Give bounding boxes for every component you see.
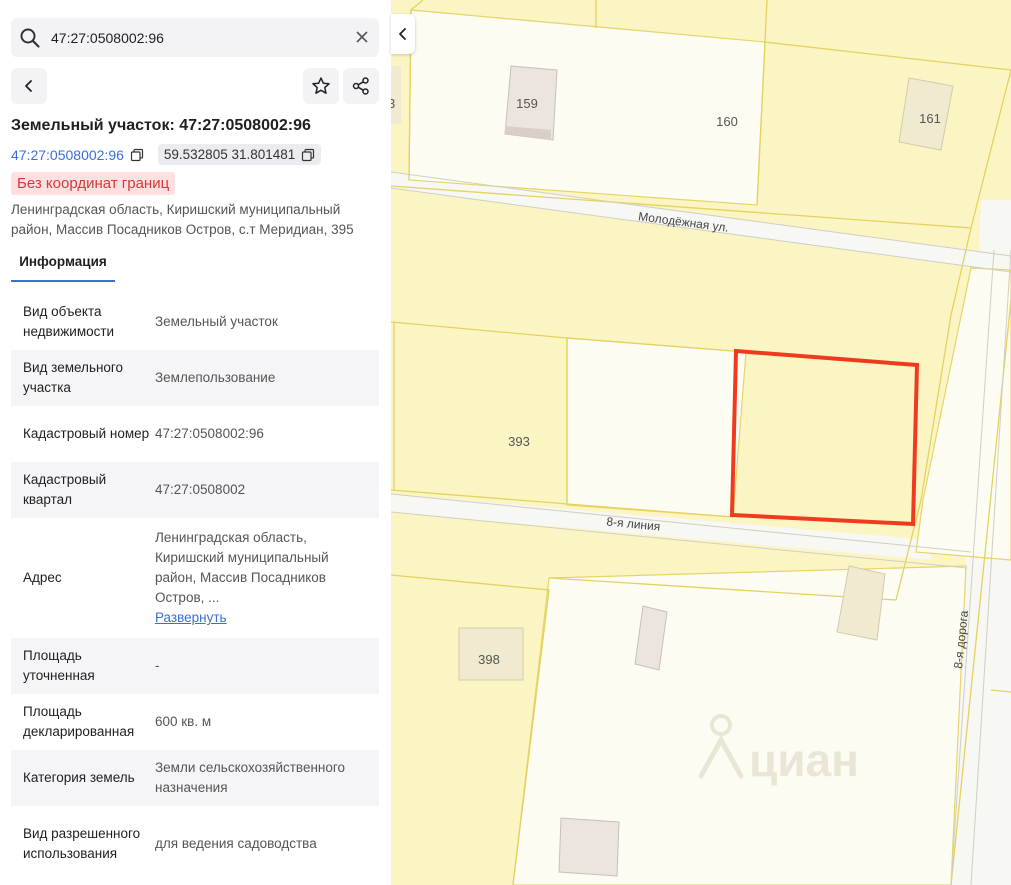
info-value: 600 кв. м [155, 714, 212, 729]
info-key: Вид объекта недвижимости [23, 304, 115, 339]
star-icon [312, 77, 330, 94]
info-value: Земли сельскохозяйственного назначения [155, 760, 346, 795]
info-row: Адрес Ленинградская область, Киришский м… [11, 518, 379, 638]
info-panel: Земельный участок: 47:27:0508002:96 47:2… [0, 0, 391, 885]
info-key: Адрес [23, 570, 62, 585]
page-title: Земельный участок: 47:27:0508002:96 [11, 117, 311, 134]
info-row: Категория земель Земли сельскохозяйствен… [11, 750, 379, 806]
info-key: Площадь уточненная [23, 648, 95, 683]
expand-link[interactable]: Развернуть [155, 608, 371, 628]
plot-white-a[interactable] [566, 337, 747, 518]
plot-label: 3 [391, 96, 395, 111]
cadastral-number-link[interactable]: 47:27:0508002:96 [11, 147, 124, 163]
info-row: Кадастровый квартал 47:27:0508002 [11, 462, 379, 518]
info-value: 47:27:0508002 [155, 482, 246, 497]
copy-icon[interactable] [130, 148, 144, 162]
plot-160[interactable] [408, 9, 766, 206]
map-canvas: 159 160 161 393 398 3 Молодёжная ул. 8-я… [391, 0, 1011, 885]
search-bar [11, 18, 379, 57]
info-value: 47:27:0508002:96 [155, 426, 264, 441]
info-value: Земельный участок [155, 314, 278, 329]
coordinates-text: 59.532805 31.801481 [163, 147, 296, 162]
info-key: Вид земельного участка [23, 360, 124, 395]
chevron-left-icon [25, 80, 32, 92]
search-input[interactable] [51, 18, 351, 57]
info-value: - [155, 658, 160, 673]
info-key: Кадастровый квартал [23, 472, 107, 507]
chevron-left-icon [399, 28, 406, 40]
tab-information[interactable]: Информация [11, 248, 115, 282]
share-button[interactable] [343, 68, 379, 104]
plot-label: 160 [716, 114, 738, 129]
info-key: Кадастровый номер [23, 426, 150, 441]
info-row: Площадь декларированная 600 кв. м [11, 694, 379, 750]
info-row: Вид земельного участка Землепользование [11, 350, 379, 406]
identifier-chips: 47:27:0508002:96 59.532805 31.801481 [11, 144, 322, 165]
info-key: Площадь декларированная [23, 704, 135, 739]
plot-label: 161 [919, 111, 941, 126]
status-badge: Без координат границ [11, 172, 176, 195]
info-value: для ведения садоводства [155, 836, 317, 851]
watermark-text: циан [749, 734, 859, 786]
info-table: Вид объекта недвижимости Земельный участ… [11, 294, 379, 882]
plot-label: 159 [516, 96, 538, 111]
info-row: Кадастровый номер 47:27:0508002:96 [11, 406, 379, 462]
info-key: Вид разрешенного использования [23, 826, 141, 861]
object-address: Ленинградская область, Киришский муницип… [11, 202, 354, 237]
collapse-panel-button[interactable] [391, 14, 415, 54]
favorite-button[interactable] [303, 68, 339, 104]
share-icon [352, 77, 369, 95]
cadastral-map[interactable]: 159 160 161 393 398 3 Молодёжная ул. 8-я… [391, 0, 1011, 885]
info-row: Вид объекта недвижимости Земельный участ… [11, 294, 379, 350]
info-value: Ленинградская область, Киришский муницип… [155, 530, 329, 605]
info-value: Землепользование [155, 370, 276, 385]
close-icon[interactable] [353, 28, 371, 46]
search-icon[interactable] [19, 27, 41, 49]
plot-label: 393 [508, 434, 530, 449]
info-row: Вид разрешенного использования для веден… [11, 806, 379, 882]
coordinates-chip[interactable]: 59.532805 31.801481 [157, 144, 322, 165]
tab-label: Информация [19, 254, 107, 269]
info-value-block: Ленинградская область, Киришский муницип… [155, 528, 379, 628]
info-row: Площадь уточненная - [11, 638, 379, 694]
back-button[interactable] [11, 68, 47, 104]
copy-icon [302, 148, 315, 161]
plot-label: 398 [478, 652, 500, 667]
info-key: Категория земель [23, 770, 135, 785]
